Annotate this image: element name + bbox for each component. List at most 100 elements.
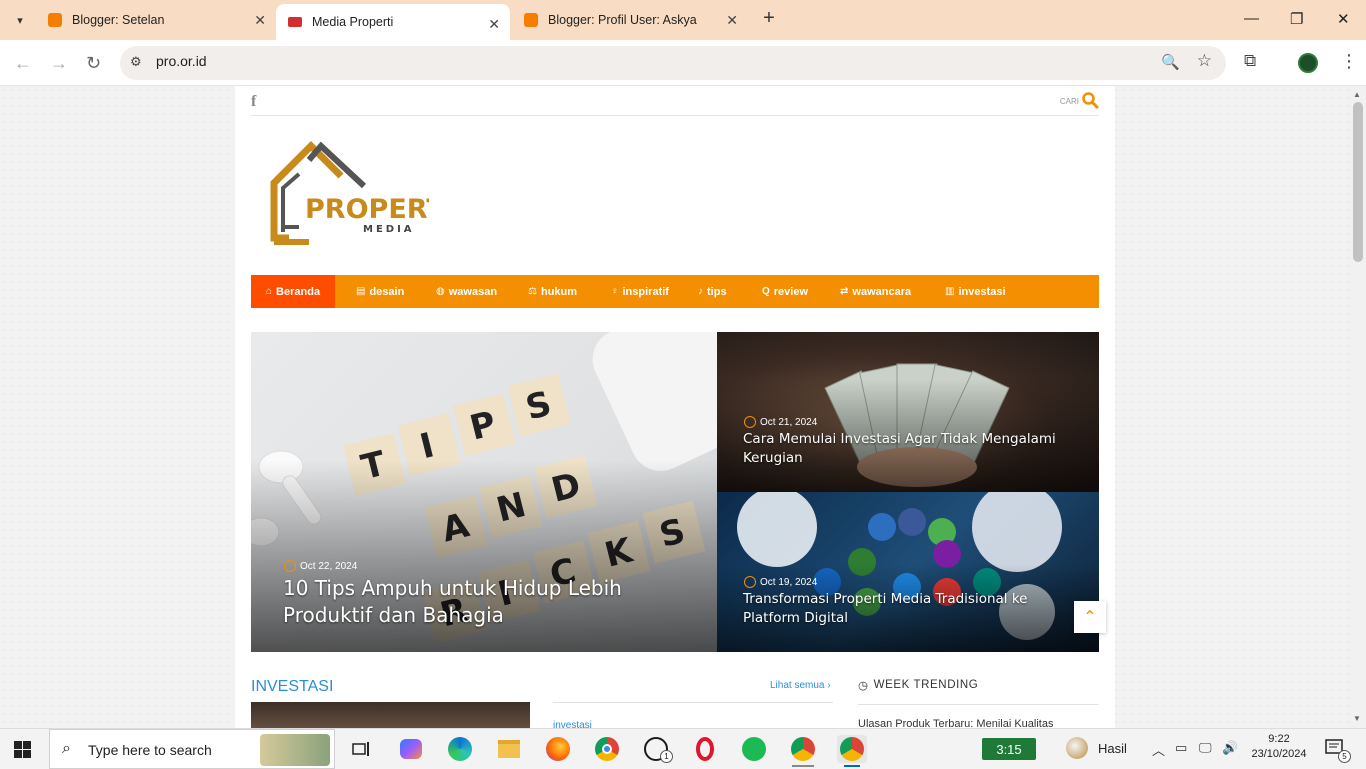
notification-badge: 1 [660, 750, 673, 763]
whatsapp-icon[interactable]: 1 [641, 735, 673, 763]
weather-label[interactable]: Hasil [1098, 741, 1127, 756]
tab-media-properti[interactable]: Media Properti ✕ [276, 4, 510, 40]
nav-wawancara[interactable]: ⇄ wawancara [825, 275, 926, 308]
site-info-icon[interactable]: ⚙ [130, 54, 142, 70]
copilot-icon[interactable] [396, 735, 426, 763]
back-icon[interactable]: ← [14, 53, 32, 74]
file-explorer-icon[interactable] [494, 735, 524, 763]
newspaper-icon: ▤ [356, 286, 366, 297]
nav-label: investasi [958, 285, 1006, 298]
nav-inspiratif[interactable]: ♀ inspiratif [596, 275, 684, 308]
weather-icon[interactable] [1066, 737, 1088, 759]
menu-icon[interactable]: ⋮ [1340, 51, 1358, 72]
tab-blogger-profil[interactable]: Blogger: Profil User: Askya ✕ [512, 0, 748, 40]
featured-post-3[interactable]: Oct 19, 2024 Transformasi Properti Media… [717, 492, 1099, 652]
clock-date: 23/10/2024 [1251, 748, 1307, 760]
nav-label: wawancara [852, 285, 912, 298]
site-logo[interactable]: PROPERTI MEDIA [269, 138, 429, 248]
forward-icon[interactable]: → [50, 53, 68, 74]
back-to-top-button[interactable]: ⌃ [1074, 601, 1106, 633]
edge-icon[interactable] [445, 735, 475, 763]
chrome-profile-icon[interactable] [788, 735, 818, 767]
trending-heading: ◷ WEEK TRENDING [858, 678, 978, 692]
notification-count: 5 [1338, 750, 1351, 763]
running-indicator [844, 765, 860, 767]
nav-desain[interactable]: ▤ desain [341, 275, 419, 308]
nav-review[interactable]: Qreview [747, 275, 823, 308]
close-icon[interactable]: ✕ [488, 16, 500, 33]
close-icon[interactable]: ✕ [726, 12, 738, 29]
section-title-investasi[interactable]: INVESTASI [251, 678, 333, 696]
volume-icon[interactable]: 🔊 [1222, 740, 1238, 756]
see-all-link[interactable]: Lihat semua › [770, 680, 831, 691]
nav-wawasan[interactable]: ◍ wawasan [421, 275, 512, 308]
post-thumbnail[interactable] [251, 702, 530, 728]
address-bar[interactable]: ⚙ 🔍 ☆ [120, 46, 1226, 80]
tab-search-dropdown[interactable]: ▾ [8, 8, 32, 32]
trending-title: WEEK TRENDING [873, 679, 979, 691]
search-icon: Q [762, 286, 770, 297]
nav-tips[interactable]: ♪ tips [683, 275, 742, 308]
url-input[interactable] [156, 53, 956, 69]
nav-label: desain [369, 285, 405, 298]
category-label[interactable]: investasi [553, 720, 592, 728]
scroll-down-icon[interactable]: ▼ [1353, 714, 1361, 723]
extensions-icon[interactable]: ⧉ [1244, 51, 1256, 71]
tab-blogger-setelan[interactable]: Blogger: Setelan ✕ [36, 0, 276, 40]
bell-icon: ♪ [698, 286, 703, 297]
chart-icon: ▥ [945, 286, 955, 297]
browser-tab-strip: ▾ Blogger: Setelan ✕ Media Properti ✕ Bl… [0, 0, 1366, 40]
reload-icon[interactable]: ↻ [86, 53, 101, 74]
balance-icon: ⚖ [528, 286, 537, 297]
taskbar-search[interactable]: ⌕ Type here to search [49, 729, 335, 769]
blogger-icon [524, 13, 538, 27]
post-date: Oct 19, 2024 [744, 576, 817, 588]
tab-title: Blogger: Profil User: Askya [548, 13, 697, 27]
bookmark-star-icon[interactable]: ☆ [1197, 51, 1212, 71]
scroll-up-icon[interactable]: ▲ [1353, 90, 1361, 99]
search-icon: ⌕ [62, 740, 71, 757]
post-title[interactable]: Transformasi Properti Media Tradisional … [743, 590, 1083, 628]
profile-avatar[interactable] [1298, 53, 1318, 73]
network-icon[interactable]: 🖵 [1199, 740, 1212, 756]
chevron-up-icon[interactable]: ︿ [1152, 740, 1165, 759]
nav-label: Beranda [276, 285, 321, 298]
chrome-icon[interactable] [592, 735, 622, 763]
see-all-label: Lihat semua [770, 680, 825, 691]
nav-investasi[interactable]: ▥ investasi [930, 275, 1021, 308]
notification-center-icon[interactable]: 5 [1325, 739, 1351, 763]
restore-button[interactable]: ❐ [1290, 10, 1303, 28]
battery-icon[interactable]: ▭ [1175, 740, 1187, 756]
nav-beranda[interactable]: ⌂ Beranda [251, 275, 336, 308]
close-window-button[interactable]: ✕ [1337, 10, 1350, 28]
search-icon[interactable] [1081, 91, 1099, 109]
featured-post-main[interactable]: T I P S A N D R I C K S [251, 332, 717, 652]
search-label[interactable]: CARI [1060, 97, 1079, 106]
task-view-icon[interactable] [346, 735, 376, 763]
nav-hukum[interactable]: ⚖ hukum [513, 275, 592, 308]
close-icon[interactable]: ✕ [254, 12, 266, 29]
handshake-icon: ⇄ [840, 286, 849, 297]
clock-icon: ◷ [858, 680, 869, 692]
spotify-icon[interactable] [739, 735, 769, 763]
featured-post-2[interactable]: Oct 21, 2024 Cara Memulai Investasi Agar… [717, 332, 1099, 492]
post-title[interactable]: 10 Tips Ampuh untuk Hidup Lebih Produkti… [283, 575, 683, 629]
trending-item[interactable]: Ulasan Produk Terbaru: Menilai Kualitas [858, 718, 1053, 728]
post-title[interactable]: Cara Memulai Investasi Agar Tidak Mengal… [743, 430, 1083, 468]
scrollbar-thumb[interactable] [1353, 102, 1363, 262]
zoom-icon[interactable]: 🔍 [1161, 53, 1180, 71]
page-scrollbar[interactable]: ▲ ▼ [1350, 86, 1366, 728]
opera-icon[interactable] [690, 735, 720, 763]
clock-time: 9:22 [1268, 733, 1290, 745]
minimize-button[interactable]: — [1244, 10, 1259, 27]
browser-toolbar: ← → ↻ ⚙ 🔍 ☆ [0, 40, 1366, 86]
battery-widget[interactable]: 3:15 [982, 738, 1036, 760]
logo-word-properti: PROPERTI [305, 194, 429, 225]
system-clock[interactable]: 9:22 23/10/2024 [1248, 732, 1310, 762]
new-tab-button[interactable]: + [758, 8, 780, 30]
firefox-icon[interactable] [543, 735, 573, 763]
divider [553, 702, 833, 703]
chrome-active-icon[interactable] [837, 735, 867, 767]
facebook-icon[interactable]: f [251, 93, 256, 111]
windows-start-icon[interactable] [14, 741, 31, 758]
